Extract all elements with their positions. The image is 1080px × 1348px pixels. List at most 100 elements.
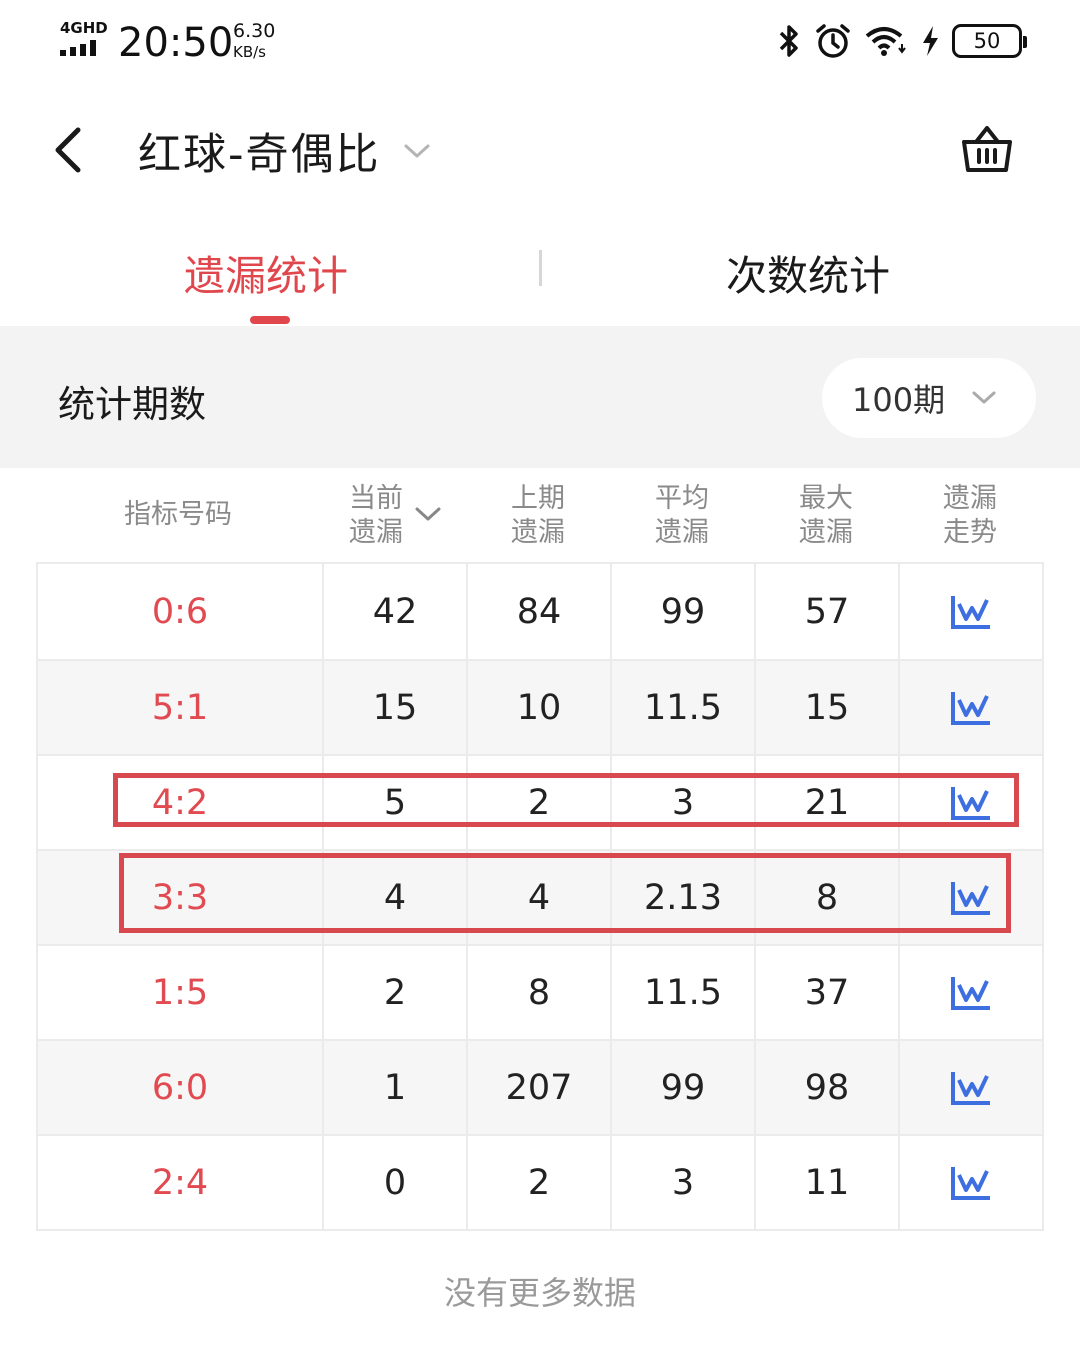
col-header-line: 最大 [799,483,853,514]
col-header-line: 遗漏 [511,517,565,548]
max-omission-cell: 37 [754,946,898,1039]
average-omission-cell: 99 [610,564,754,659]
chevron-down-icon [972,391,996,404]
current-omission-cell: 42 [322,564,466,659]
basket-icon[interactable] [960,122,1014,176]
table-row[interactable]: 5:1 15 10 11.5 15 [38,659,1042,754]
trend-cell [898,661,1042,754]
trend-chart-icon[interactable] [950,1070,992,1106]
trend-chart-icon[interactable] [950,690,992,726]
network-type: 4GHD [60,19,108,37]
indicator-cell: 5:1 [151,687,209,728]
col-header-line: 平均 [655,483,709,514]
table-row[interactable]: 3:3 4 4 2.13 8 [38,849,1042,944]
battery-level: 50 [973,29,1001,53]
previous-omission-cell: 207 [466,1041,610,1134]
col-header-max: 最大 遗漏 [754,482,898,550]
alarm-icon [816,24,850,58]
trend-chart-icon[interactable] [950,785,992,821]
period-section: 统计期数 100期 [0,326,1080,468]
table-row[interactable]: 2:4 0 2 3 11 [38,1134,1042,1229]
trend-cell [898,1136,1042,1229]
no-more-data-text: 没有更多数据 [443,1274,636,1312]
trend-chart-icon[interactable] [950,975,992,1011]
tab-omission-stats[interactable]: 遗漏统计 [184,242,348,302]
trend-chart-icon[interactable] [950,1165,992,1201]
table-row[interactable]: 6:0 1 207 99 98 [38,1039,1042,1134]
trend-cell [898,564,1042,659]
col-header-trend: 遗漏 走势 [898,482,1042,550]
current-omission-cell: 2 [322,946,466,1039]
trend-cell [898,1041,1042,1134]
col-header-line: 走势 [943,517,997,548]
tab-count-stats[interactable]: 次数统计 [726,242,890,302]
indicator-cell: 0:6 [151,591,209,632]
page-title: 红球-奇偶比 [138,130,381,180]
omission-table: 0:6 42 84 99 57 5:1 15 10 11.5 15 4:2 5 … [36,562,1044,1231]
title-dropdown[interactable]: 红球-奇偶比 [138,120,431,182]
previous-omission-cell: 4 [466,851,610,944]
period-label: 统计期数 [58,383,206,426]
trend-chart-icon[interactable] [950,880,992,916]
bluetooth-icon [779,25,798,57]
period-select-value: 100期 [852,381,946,419]
active-tab-indicator [250,316,290,324]
previous-omission-cell: 84 [466,564,610,659]
average-omission-cell: 11.5 [610,661,754,754]
previous-omission-cell: 2 [466,756,610,849]
app-header: 红球-奇偶比 [0,100,1080,200]
network-speed-unit: KB/s [233,43,266,61]
table-header: 指标号码 当前 遗漏 上期 遗漏 平均 遗漏 最大 遗漏 遗漏 走势 [36,468,1044,562]
col-header-line: 遗漏 [655,517,709,548]
period-select[interactable]: 100期 [822,358,1036,438]
col-header-line: 遗漏 [799,517,853,548]
network-speed: 6.30 [233,20,276,42]
tab-bar: 遗漏统计 次数统计 [0,220,1080,326]
max-omission-cell: 21 [754,756,898,849]
col-header-indicator: 指标号码 [36,498,320,532]
max-omission-cell: 15 [754,661,898,754]
max-omission-cell: 57 [754,564,898,659]
battery-icon: 50 [952,24,1027,58]
col-header-line: 指标号码 [124,499,232,530]
table-row[interactable]: 0:6 42 84 99 57 [38,564,1042,659]
current-omission-cell: 1 [322,1041,466,1134]
status-bar: 4GHD 20:50 6.30 KB/s 50 [0,0,1080,90]
clock: 20:50 [118,20,234,66]
average-omission-cell: 11.5 [610,946,754,1039]
col-header-line: 上期 [511,483,565,514]
average-omission-cell: 3 [610,1136,754,1229]
previous-omission-cell: 8 [466,946,610,1039]
indicator-cell: 1:5 [151,972,209,1013]
average-omission-cell: 2.13 [610,851,754,944]
col-header-line: 遗漏 [943,483,997,514]
average-omission-cell: 3 [610,756,754,849]
previous-omission-cell: 2 [466,1136,610,1229]
current-omission-cell: 4 [322,851,466,944]
previous-omission-cell: 10 [466,661,610,754]
max-omission-cell: 98 [754,1041,898,1134]
col-header-average: 平均 遗漏 [610,482,754,550]
col-header-previous: 上期 遗漏 [466,482,610,550]
indicator-cell: 4:2 [151,782,209,823]
tab-divider [539,250,542,286]
table-row[interactable]: 4:2 5 2 3 21 [38,754,1042,849]
back-arrow-icon[interactable] [48,122,92,178]
indicator-cell: 2:4 [151,1162,209,1203]
wifi-icon [865,27,906,56]
current-omission-cell: 0 [322,1136,466,1229]
indicator-cell: 6:0 [151,1067,209,1108]
indicator-cell: 3:3 [151,877,209,918]
current-omission-cell: 5 [322,756,466,849]
signal-icon [60,40,96,56]
table-row[interactable]: 1:5 2 8 11.5 37 [38,944,1042,1039]
max-omission-cell: 8 [754,851,898,944]
trend-cell [898,756,1042,849]
max-omission-cell: 11 [754,1136,898,1229]
trend-chart-icon[interactable] [950,594,992,630]
charging-icon [923,26,938,56]
status-icons: 50 [776,22,1027,60]
trend-cell [898,946,1042,1039]
sort-chevron-down-icon[interactable] [414,504,442,524]
trend-cell [898,851,1042,944]
